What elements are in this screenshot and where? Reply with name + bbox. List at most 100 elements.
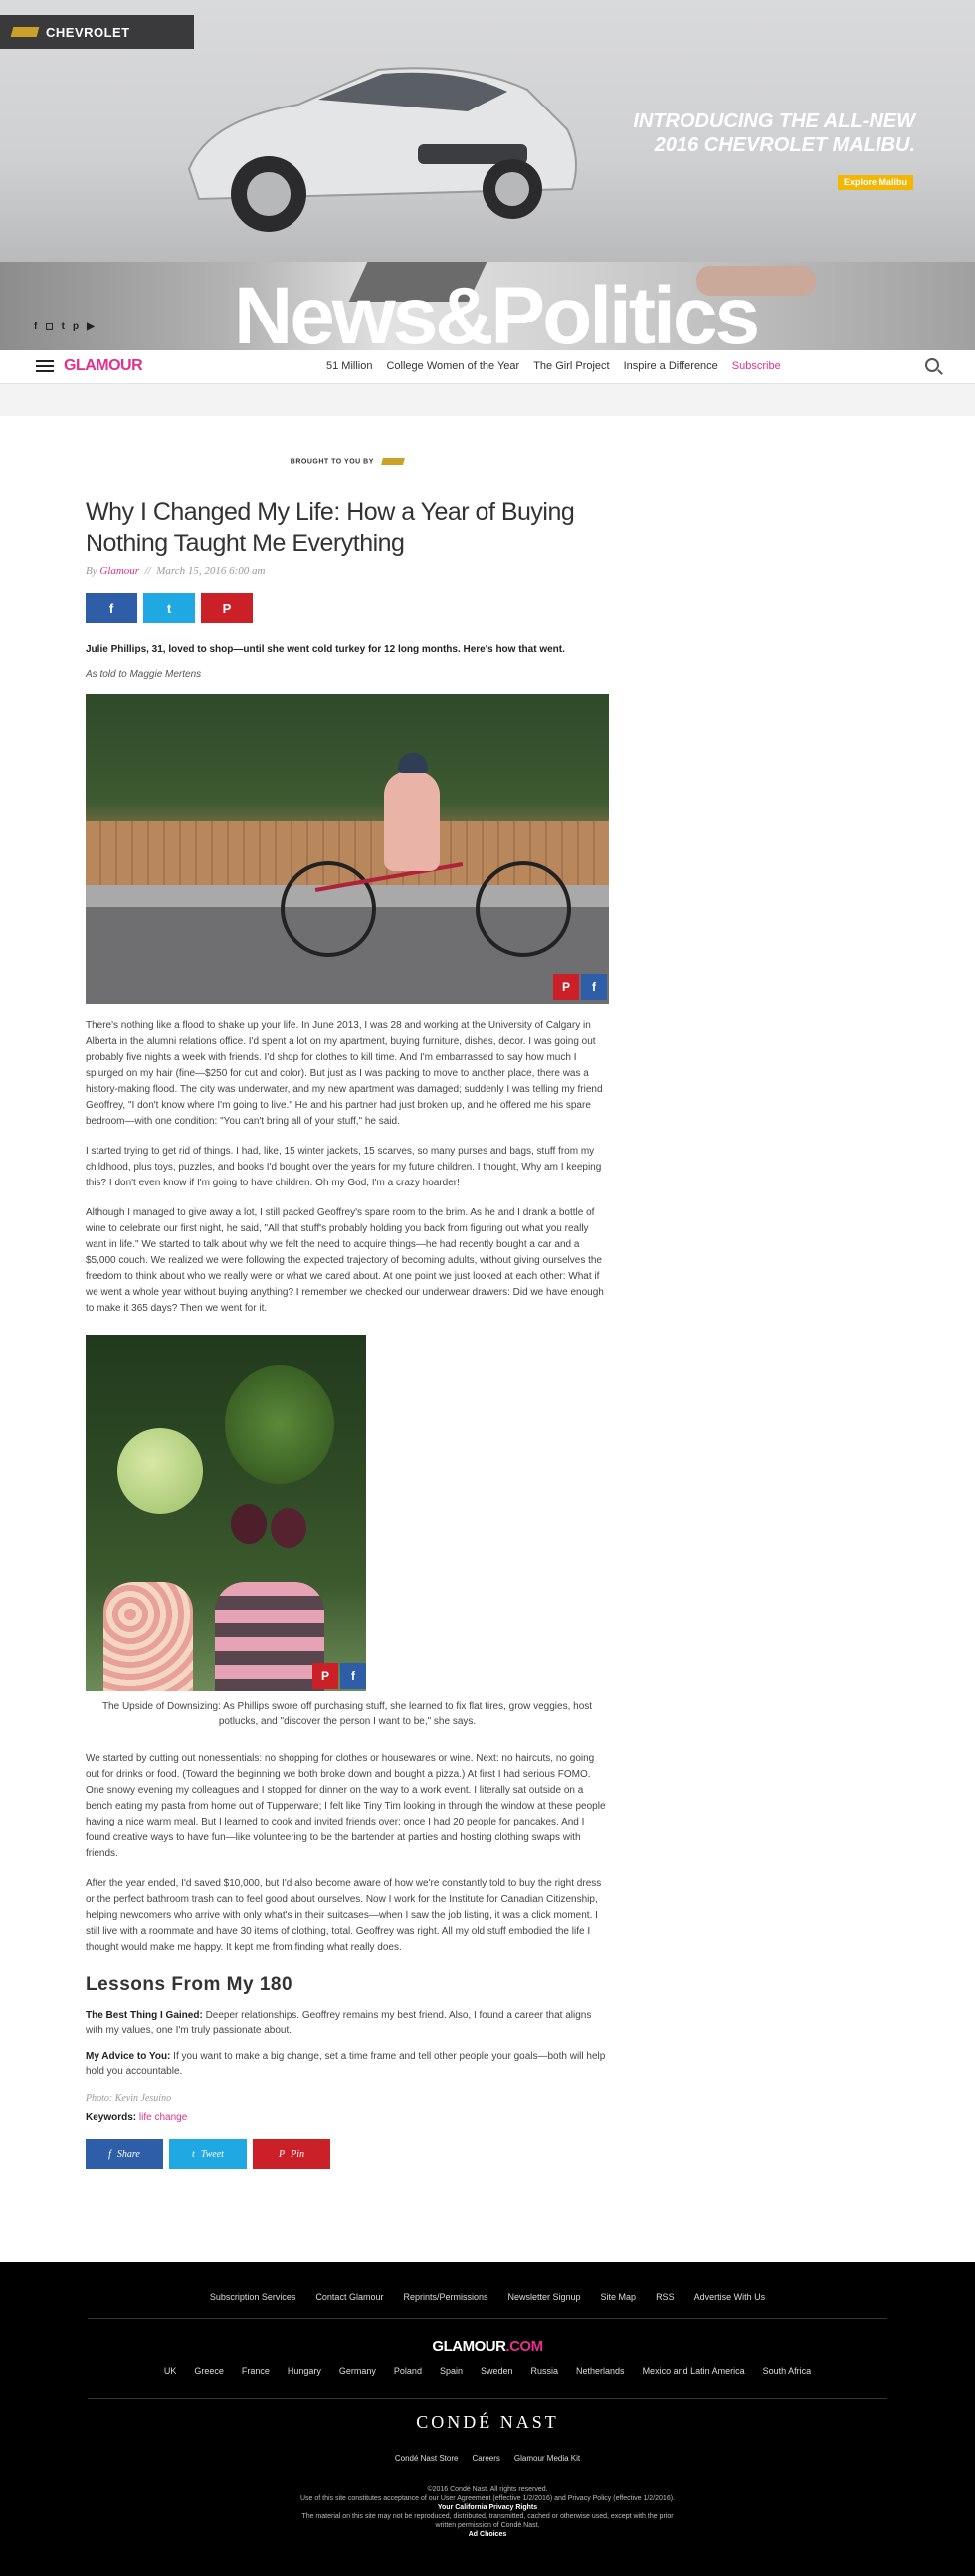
california-privacy-link[interactable]: Your California Privacy Rights [438, 2504, 537, 2511]
footer-links: Subscription Services Contact Glamour Re… [0, 2292, 975, 2302]
byline-by: By [86, 565, 98, 577]
footer-link[interactable]: Subscription Services [210, 2292, 296, 2302]
publish-date: March 15, 2016 6:00 am [156, 565, 266, 577]
author-link[interactable]: Glamour [99, 565, 139, 577]
reproduction-notice: The material on this site may not be rep… [301, 2513, 674, 2529]
footer-link[interactable]: Condé Nast Store [395, 2454, 459, 2463]
nav-link-subscribe[interactable]: Subscribe [732, 360, 781, 372]
lessons-heading: Lessons From My 180 [86, 1974, 293, 1995]
beet [231, 1504, 267, 1544]
photo-credit: Photo: Kevin Jesuino [86, 2093, 172, 2104]
country-link[interactable]: Mexico and Latin America [643, 2366, 745, 2376]
pinterest-share-button[interactable]: P [201, 593, 253, 623]
twitter-icon: t [192, 2148, 195, 2160]
byline: By Glamour // March 15, 2016 6:00 am [86, 565, 609, 577]
footer-link[interactable]: Site Map [601, 2292, 637, 2302]
ad-brand: CHEVROLET [46, 24, 130, 40]
footer-logo-suffix: .COM [505, 2338, 543, 2355]
keywords-label: Keywords: [86, 2112, 137, 2123]
footer-glamour-logo[interactable]: GLAMOUR.COM [0, 2338, 975, 2355]
car-image [187, 67, 577, 232]
section-hero: News&Politics f ◻ t p ▶ [0, 262, 975, 351]
ad-headline-line-2: 2016 CHEVROLET MALIBU. [654, 134, 915, 156]
nav-links: 51 Million College Women of the Year The… [326, 360, 781, 372]
pin-image-button[interactable]: P [553, 974, 579, 1000]
lesson-2-label: My Advice to You: [86, 2051, 171, 2062]
bike-photo: P f [86, 694, 609, 1004]
vegetables-photo: P f [86, 1335, 366, 1691]
youtube-icon[interactable]: ▶ [87, 322, 95, 332]
facebook-share-button[interactable]: f Share [86, 2139, 163, 2169]
pin-label: Pin [291, 2148, 304, 2160]
keyword-link[interactable]: life change [139, 2112, 187, 2123]
country-link[interactable]: Russia [531, 2366, 559, 2376]
cabbage [117, 1428, 203, 1514]
twitter-share-button[interactable]: t [143, 593, 195, 623]
article-paragraph: We started by cutting out nonessentials:… [86, 1753, 606, 1859]
tweet-label: Tweet [200, 2148, 224, 2160]
facebook-share-button[interactable]: f [86, 593, 137, 623]
pinterest-icon: P [279, 2148, 286, 2160]
instagram-icon[interactable]: ◻ [45, 322, 53, 332]
chevrolet-logo-bar: CHEVROLET [0, 15, 194, 49]
lesson-2: My Advice to You: If you want to make a … [86, 2049, 609, 2079]
footer-link[interactable]: Contact Glamour [315, 2292, 383, 2302]
nav-link-51-million[interactable]: 51 Million [326, 360, 372, 372]
footer-link[interactable]: Reprints/Permissions [403, 2292, 488, 2302]
country-link[interactable]: Netherlands [576, 2366, 625, 2376]
country-editions: UK Greece France Hungary Germany Poland … [0, 2366, 975, 2376]
nav-link-girl-project[interactable]: The Girl Project [533, 360, 609, 372]
country-link[interactable]: Greece [194, 2366, 224, 2376]
footer-link[interactable]: Glamour Media Kit [514, 2454, 580, 2463]
share-buttons-bottom: f Share t Tweet P Pin [86, 2139, 609, 2169]
facebook-image-button[interactable]: f [340, 1663, 366, 1689]
explore-malibu-button[interactable]: Explore Malibu [838, 175, 913, 190]
article-title: Why I Changed My Life: How a Year of Buy… [86, 498, 575, 557]
country-link[interactable]: Hungary [288, 2366, 321, 2376]
pinterest-icon[interactable]: p [73, 322, 79, 332]
pinterest-share-button[interactable]: P Pin [253, 2139, 330, 2169]
article-dek: Julie Phillips, 31, loved to shop—until … [86, 644, 565, 655]
conde-nast-logo[interactable]: CONDÉ NAST [0, 2412, 975, 2433]
footer-link[interactable]: Newsletter Signup [507, 2292, 580, 2302]
sponsor-line: BROUGHT TO YOU BY [86, 458, 609, 478]
search-icon[interactable] [925, 358, 939, 372]
chevrolet-ad-banner[interactable]: CHEVROLET INTRODUCING THE ALL-NEW 2016 C… [0, 0, 975, 262]
lesson-1-label: The Best Thing I Gained: [86, 2010, 203, 2021]
conde-nast-links: Condé Nast Store Careers Glamour Media K… [0, 2454, 975, 2463]
footer-link[interactable]: RSS [656, 2292, 675, 2302]
article: BROUGHT TO YOU BY Why I Changed My Life:… [86, 458, 609, 2169]
section-title: News&Politics [234, 271, 760, 352]
nav-link-college-women[interactable]: College Women of the Year [386, 360, 519, 372]
twitter-icon[interactable]: t [62, 322, 65, 332]
person-left [103, 1582, 193, 1691]
sponsor-label: BROUGHT TO YOU BY [290, 458, 374, 466]
country-link[interactable]: Sweden [481, 2366, 513, 2376]
country-link[interactable]: France [242, 2366, 270, 2376]
footer-link[interactable]: Advertise With Us [694, 2292, 766, 2302]
article-paragraph: I started trying to get rid of things. I… [86, 1146, 602, 1188]
facebook-icon[interactable]: f [34, 322, 37, 332]
facebook-image-button[interactable]: f [581, 974, 607, 1000]
country-link[interactable]: Poland [394, 2366, 422, 2376]
facebook-icon: f [592, 980, 596, 994]
lesson-1: The Best Thing I Gained: Deeper relation… [86, 2008, 609, 2038]
bike-wheel [476, 861, 571, 957]
bike-wheel [281, 861, 376, 957]
country-link[interactable]: Germany [339, 2366, 376, 2376]
country-link[interactable]: UK [164, 2366, 177, 2376]
footer-link[interactable]: Careers [472, 2454, 499, 2463]
beet-greens [225, 1365, 334, 1484]
person-right [215, 1582, 324, 1691]
glamour-logo[interactable]: GLAMOUR [64, 357, 143, 375]
nav-link-inspire[interactable]: Inspire a Difference [624, 360, 718, 372]
share-buttons-top: f t P [86, 593, 609, 623]
twitter-share-button[interactable]: t Tweet [169, 2139, 247, 2169]
chevrolet-bowtie-icon [10, 27, 40, 37]
country-link[interactable]: Spain [440, 2366, 463, 2376]
pin-image-button[interactable]: P [312, 1663, 338, 1689]
menu-icon[interactable] [36, 360, 54, 372]
country-link[interactable]: South Africa [763, 2366, 812, 2376]
facebook-icon: f [351, 1669, 355, 1683]
ad-choices-link[interactable]: Ad Choices [469, 2531, 507, 2538]
